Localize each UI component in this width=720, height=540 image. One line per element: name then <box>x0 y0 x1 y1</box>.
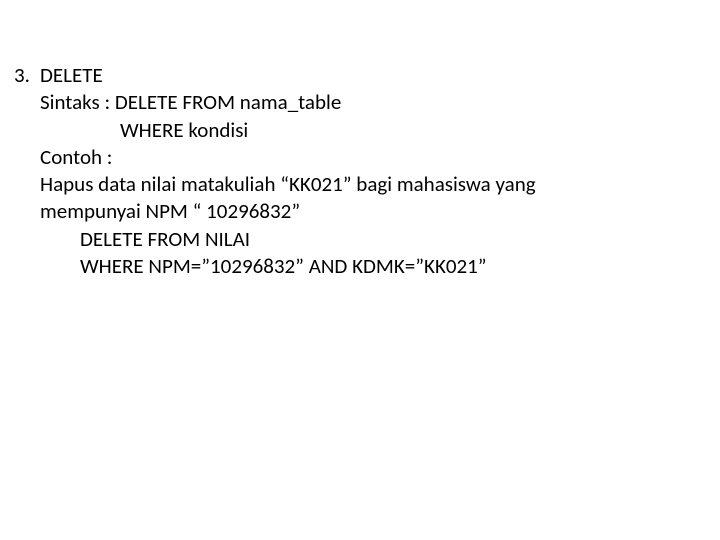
list-number: 3. <box>14 62 40 280</box>
sql-line-2: WHERE NPM=”10296832” AND KDMK=”KK021” <box>40 253 720 280</box>
example-desc-2: mempunyai NPM “ 10296832” <box>40 198 720 225</box>
example-desc-1: Hapus data nilai matakuliah “KK021” bagi… <box>40 171 720 198</box>
sql-line-1: DELETE FROM NILAI <box>40 226 720 253</box>
numbered-list-item: 3. DELETE Sintaks : DELETE FROM nama_tab… <box>14 62 720 280</box>
item-title: DELETE <box>40 62 720 89</box>
list-content: DELETE Sintaks : DELETE FROM nama_table … <box>40 62 720 280</box>
example-label: Contoh : <box>40 144 720 171</box>
syntax-line-2: WHERE kondisi <box>40 117 720 144</box>
syntax-line-1: Sintaks : DELETE FROM nama_table <box>40 89 720 116</box>
